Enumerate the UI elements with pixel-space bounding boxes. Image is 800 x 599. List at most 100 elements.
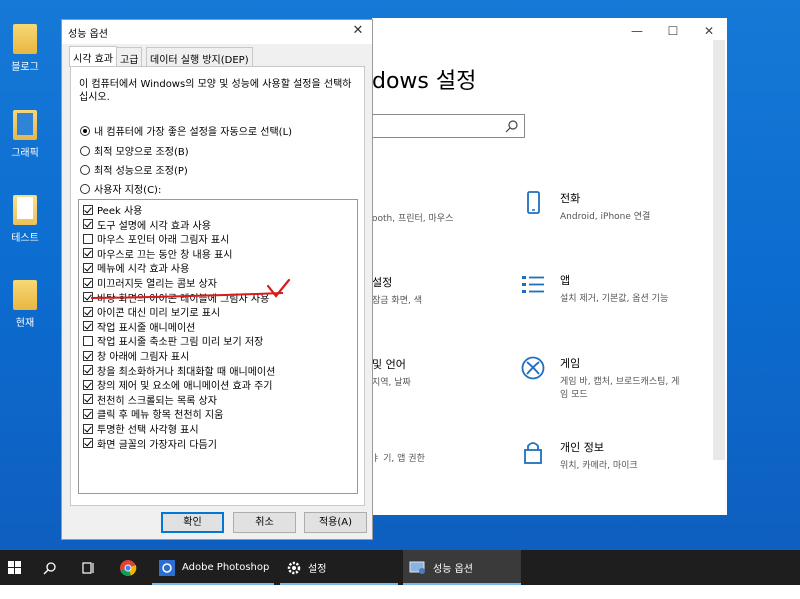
checkbox[interactable]	[83, 262, 93, 273]
checkbox-label: 작업 표시줄 애니메이션	[97, 322, 196, 334]
checkbox[interactable]	[83, 350, 93, 361]
phone-icon	[520, 190, 546, 216]
task-view-icon	[82, 561, 94, 574]
minimize-button[interactable]: —	[627, 23, 647, 39]
settings-scrollbar[interactable]	[713, 40, 725, 460]
checkbox[interactable]	[83, 423, 93, 434]
desktop-icon-blog[interactable]: 블로그	[0, 24, 50, 73]
desktop-icon-graphic[interactable]: 그래픽	[0, 110, 50, 159]
checkbox[interactable]	[83, 219, 93, 230]
effect-checkbox-item[interactable]: 미끄러지듯 열리는 콤보 상자	[83, 276, 217, 290]
effect-checkbox-item[interactable]: Peek 사용	[83, 203, 143, 217]
search-button[interactable]	[36, 550, 64, 585]
maximize-button[interactable]: ☐	[663, 23, 683, 39]
effect-checkbox-item[interactable]: 아이콘 대신 미리 보기로 표시	[83, 305, 221, 320]
settings-item-title: 및 언어	[372, 358, 406, 371]
visual-effects-panel: 이 컴퓨터에서 Windows의 모양 및 성능에 사용할 설정을 선택하십시오…	[70, 66, 365, 506]
checkbox-label: Peek 사용	[97, 206, 143, 217]
checkbox-label: 창 아래에 그림자 표시	[97, 352, 190, 363]
effect-checkbox-item[interactable]: 마우스로 끄는 동안 창 내용 표시	[83, 247, 233, 261]
lock-icon	[520, 439, 546, 465]
checkbox-label: 창을 최소화하거나 최대화할 때 애니메이션	[97, 366, 276, 378]
settings-item-ease-of-access[interactable]: ㅑ 기, 앱 권한	[372, 448, 425, 466]
photoshop-icon	[159, 559, 175, 576]
taskbar-app-label: 설정	[308, 564, 327, 575]
taskbar: Adobe Photoshop 설정 성능 옵션	[0, 550, 800, 585]
effect-checkbox-item[interactable]: 작업 표시줄 애니메이션	[83, 320, 196, 334]
taskbar-app-performance-options[interactable]: 성능 옵션	[403, 550, 521, 585]
folder-paper-icon	[13, 195, 37, 225]
start-button[interactable]	[0, 550, 28, 585]
checkbox[interactable]	[83, 204, 93, 215]
effect-checkbox-item[interactable]: 창 아래에 그림자 표시	[83, 349, 190, 363]
effect-checkbox-item[interactable]: 화면 글꼴의 가장자리 다듬기	[83, 437, 217, 451]
checkbox[interactable]	[83, 233, 93, 244]
settings-item-time-language[interactable]: 및 언어 지역, 날짜	[372, 356, 411, 390]
checkbox[interactable]	[83, 248, 93, 259]
radio-best-appearance[interactable]: 최적 모양으로 조정(B)	[80, 143, 189, 158]
checkbox[interactable]	[83, 306, 93, 317]
radio-indicator	[80, 164, 90, 175]
effect-checkbox-item[interactable]: 메뉴에 시각 효과 사용	[83, 261, 189, 275]
folder-document-icon	[13, 110, 37, 140]
effect-checkbox-item[interactable]: 도구 설명에 시각 효과 사용	[83, 218, 211, 232]
radio-label: 최적 모양으로 조정(B)	[94, 147, 189, 158]
close-button[interactable]: ✕	[350, 22, 366, 40]
checkbox[interactable]	[83, 408, 93, 419]
checkbox[interactable]	[83, 365, 93, 376]
effect-checkbox-item[interactable]: 창의 제어 및 요소에 애니메이션 효과 주기	[83, 378, 272, 392]
tab-dep[interactable]: 데이터 실행 방지(DEP)	[146, 47, 253, 66]
search-icon	[505, 118, 519, 137]
chrome-button[interactable]	[114, 550, 142, 585]
dialog-titlebar[interactable]: 성능 옵션 ✕	[62, 20, 372, 44]
desktop-icon-label: 그래픽	[11, 148, 39, 159]
settings-item-desc: 지역, 날짜	[372, 378, 411, 388]
radio-label: 내 컴퓨터에 가장 좋은 설정을 자동으로 선택(L)	[94, 127, 293, 138]
checkbox[interactable]	[83, 379, 93, 390]
settings-item-devices[interactable]: ooth, 프린터, 마우스	[372, 208, 453, 226]
effect-checkbox-item[interactable]: 투명한 선택 사각형 표시	[83, 422, 199, 436]
effect-checkbox-item[interactable]: 천천히 스크롤되는 목록 상자	[83, 393, 217, 407]
dialog-title: 성능 옵션	[68, 29, 108, 40]
settings-search-input[interactable]	[372, 114, 525, 138]
checkbox-label: 마우스로 끄는 동안 창 내용 표시	[97, 249, 233, 261]
checkbox[interactable]	[83, 394, 93, 405]
radio-indicator	[80, 125, 90, 136]
effect-checkbox-item[interactable]: 작업 표시줄 축소판 그림 미리 보기 저장	[83, 334, 263, 348]
effect-checkbox-item[interactable]: 클릭 후 메뉴 항목 천천히 지움	[83, 407, 223, 421]
tab-visual-effects[interactable]: 시각 효과	[69, 46, 117, 67]
radio-best-settings-auto[interactable]: 내 컴퓨터에 가장 좋은 설정을 자동으로 선택(L)	[80, 123, 292, 138]
radio-label: 사용자 지정(C):	[94, 185, 162, 196]
apply-button[interactable]: 적용(A)	[304, 512, 367, 533]
checkbox-label: 아이콘 대신 미리 보기로 표시	[97, 308, 221, 320]
tab-advanced[interactable]: 고급	[116, 47, 143, 66]
folder-icon	[13, 24, 37, 54]
desktop-icon-current[interactable]: 현재	[0, 280, 50, 329]
checkbox[interactable]	[83, 277, 93, 288]
settings-item-desc: 설치 제거, 기본값, 옵션 기능	[560, 294, 669, 304]
checkbox[interactable]	[83, 335, 93, 346]
desktop-icon-test[interactable]: 테스트	[0, 195, 50, 244]
ok-button[interactable]: 확인	[161, 512, 224, 533]
radio-best-performance[interactable]: 최적 성능으로 조정(P)	[80, 162, 188, 177]
chrome-icon	[120, 559, 137, 576]
settings-titlebar: — ☐ ✕	[372, 18, 727, 46]
effect-checkbox-item[interactable]: 바탕 화면의 아이콘 레이블에 그림자 사용	[83, 291, 269, 305]
visual-effects-list: Peek 사용 도구 설명에 시각 효과 사용 마우스 포인터 아래 그림자 표시마…	[78, 199, 358, 494]
settings-item-desc: Android, iPhone 연결	[560, 212, 651, 222]
checkbox[interactable]	[83, 321, 93, 332]
cancel-button[interactable]: 취소	[233, 512, 296, 533]
checkbox[interactable]	[83, 292, 93, 303]
taskbar-app-photoshop[interactable]: Adobe Photoshop	[152, 550, 274, 585]
taskbar-app-label: Adobe Photoshop	[182, 562, 270, 573]
effect-checkbox-item[interactable]: 마우스 포인터 아래 그림자 표시	[83, 232, 229, 246]
folder-icon	[13, 280, 37, 310]
task-view-button[interactable]	[74, 550, 102, 585]
radio-custom[interactable]: 사용자 지정(C):	[80, 181, 161, 196]
effect-checkbox-item[interactable]: 창을 최소화하거나 최대화할 때 애니메이션	[83, 364, 276, 378]
settings-item-personalization[interactable]: 설정 잠금 화면, 색	[372, 274, 422, 308]
close-button[interactable]: ✕	[699, 23, 719, 39]
checkbox[interactable]	[83, 438, 93, 449]
settings-item-desc: 게임 바, 캡처, 브로드캐스팅, 게임 모드	[560, 377, 680, 400]
taskbar-app-settings[interactable]: 설정	[280, 550, 398, 585]
